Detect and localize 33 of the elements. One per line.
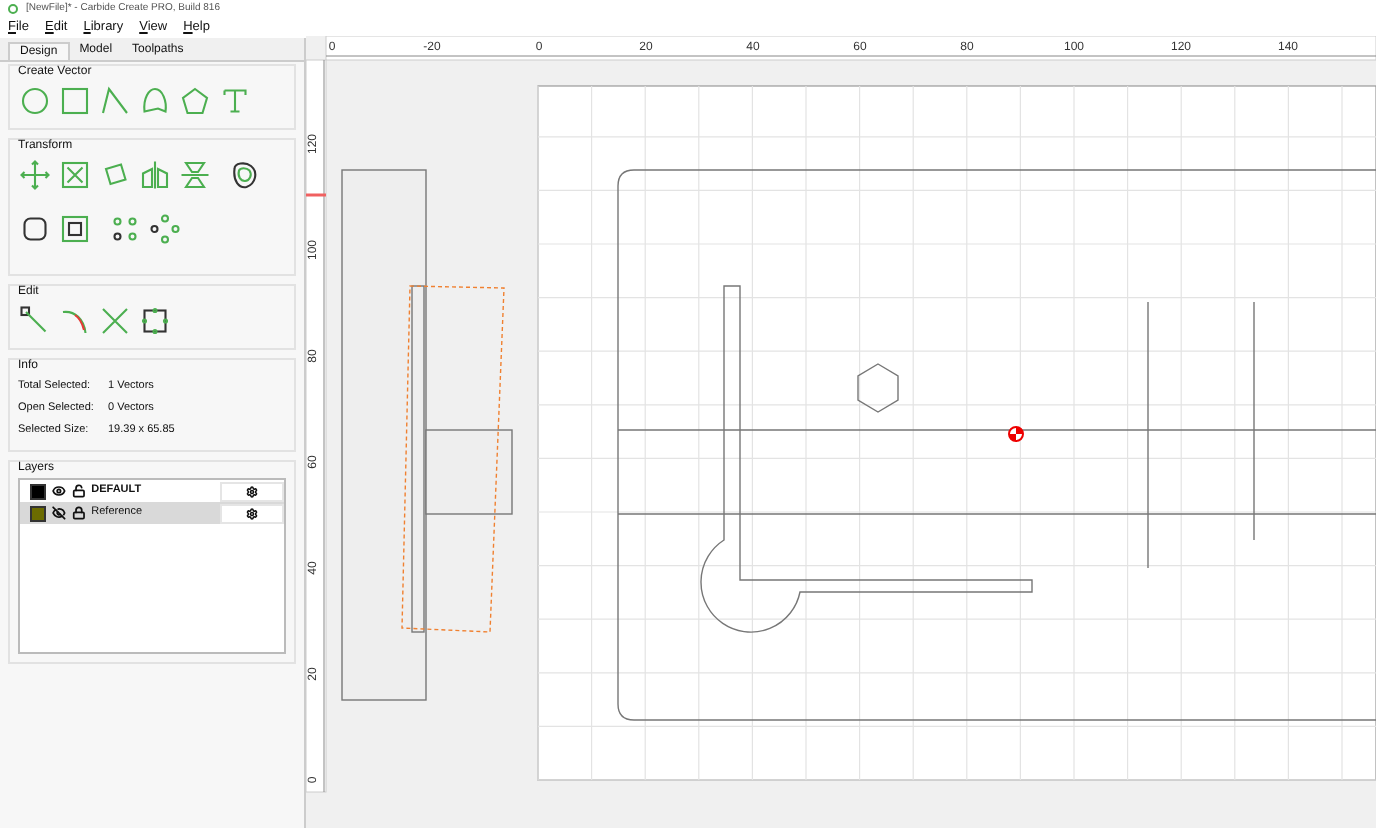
settings-icon [245, 485, 258, 497]
curve-icon[interactable] [140, 86, 170, 116]
settings-icon [245, 507, 258, 519]
scale-icon[interactable] [60, 160, 90, 190]
lock-icon[interactable] [71, 506, 86, 520]
cut-icon[interactable] [100, 306, 130, 336]
eye-off-icon[interactable] [51, 506, 66, 520]
layer-color-swatch[interactable] [30, 483, 46, 499]
rotate-icon[interactable] [100, 160, 130, 190]
fillet-icon[interactable] [20, 214, 50, 244]
mirror-icon[interactable] [140, 160, 170, 190]
circular-array-icon[interactable] [150, 214, 180, 244]
layer-color-swatch[interactable] [30, 505, 46, 521]
node-edit-icon[interactable] [20, 306, 50, 336]
layer-settings-button[interactable] [219, 503, 284, 523]
rectangle-icon[interactable] [60, 86, 90, 116]
unlock-icon[interactable] [71, 484, 86, 498]
text-icon[interactable] [220, 86, 250, 116]
cursor-marker [306, 193, 326, 197]
app-icon [8, 4, 18, 14]
origin-target-icon [1008, 426, 1024, 442]
bounding-box-icon[interactable] [140, 306, 170, 336]
move-icon[interactable] [20, 160, 50, 190]
pentagon-icon[interactable] [180, 86, 210, 116]
flip-icon[interactable] [180, 160, 210, 190]
polyline-icon[interactable] [100, 86, 130, 116]
eye-icon[interactable] [51, 484, 66, 498]
circle-icon[interactable] [20, 86, 50, 116]
array-icon[interactable] [110, 214, 140, 244]
offset-icon[interactable] [230, 160, 260, 190]
layer-settings-button[interactable] [219, 481, 284, 501]
boolean-icon[interactable] [60, 214, 90, 244]
trim-icon[interactable] [60, 306, 90, 336]
